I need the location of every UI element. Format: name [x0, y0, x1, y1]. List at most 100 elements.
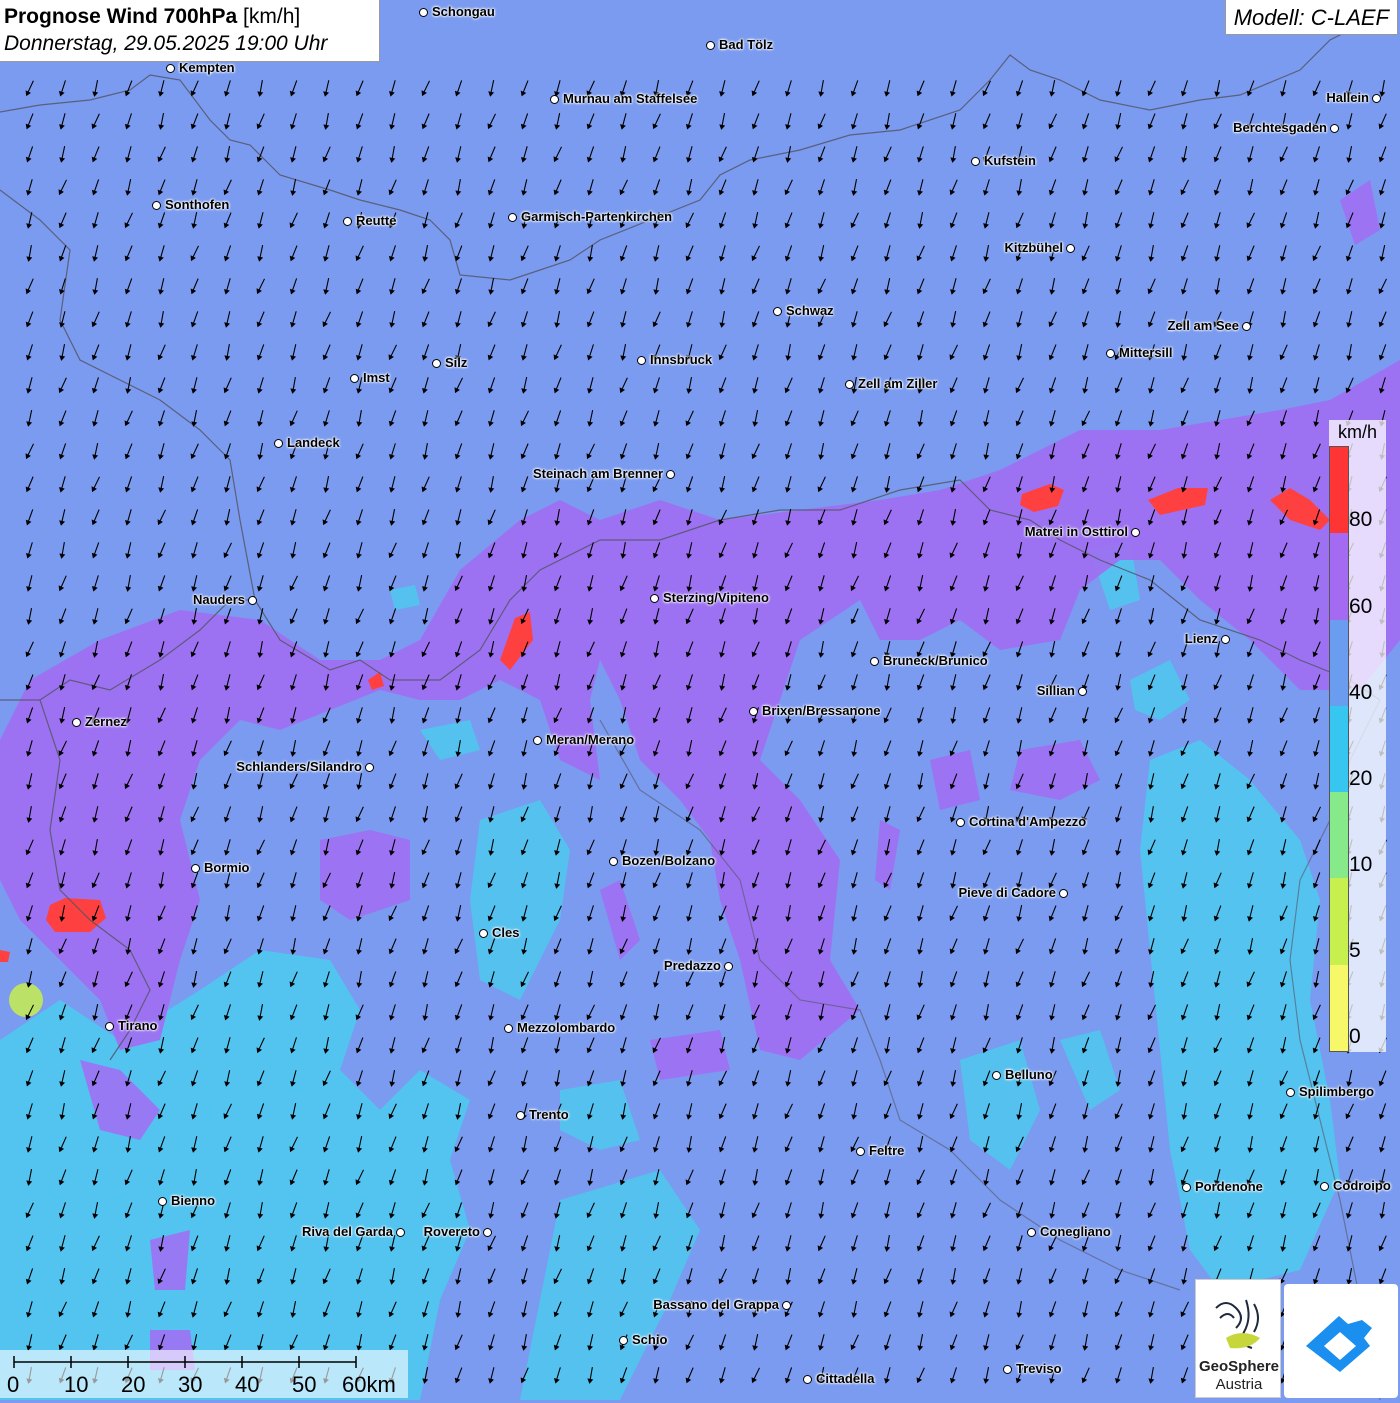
cloud-arrow-icon	[1306, 1316, 1372, 1372]
city-label: Zell am See	[1167, 318, 1239, 333]
city-label: Zell am Ziller	[858, 376, 938, 391]
city-label: Schongau	[432, 4, 495, 19]
city-label: Pordenone	[1195, 1179, 1263, 1194]
city-marker	[1027, 1228, 1036, 1237]
city-label: Sillian	[1036, 683, 1075, 698]
city-label: Landeck	[287, 435, 340, 450]
city-marker	[1059, 889, 1068, 898]
city-marker	[504, 1024, 513, 1033]
city-label: Innsbruck	[650, 352, 713, 367]
city-marker	[158, 1197, 167, 1206]
city-marker	[650, 594, 659, 603]
city-marker	[666, 470, 675, 479]
city-marker	[483, 1228, 492, 1237]
city-marker	[1131, 528, 1140, 537]
legend-color-segment	[1330, 792, 1348, 879]
city-marker	[479, 929, 488, 938]
legend-tick-label: 10	[1349, 853, 1373, 876]
color-legend: km/h 80 60 40 20 10 5 0	[1329, 420, 1386, 1052]
city-label: Matrei in Osttirol	[1024, 524, 1128, 539]
legend-unit: km/h	[1337, 422, 1377, 442]
city-marker	[1221, 635, 1230, 644]
city-label: Kempten	[179, 60, 235, 75]
city-label: Reutte	[356, 213, 397, 228]
city-marker	[773, 307, 782, 316]
city-label: Predazzo	[663, 958, 721, 973]
city-marker	[1182, 1183, 1191, 1192]
city-marker	[508, 213, 517, 222]
city-marker	[1330, 124, 1339, 133]
legend-color-segment	[1330, 619, 1348, 707]
city-marker	[248, 596, 257, 605]
city-label: Schlanders/Silandro	[236, 759, 362, 774]
city-label: Codroipo	[1333, 1178, 1391, 1193]
city-marker	[1286, 1088, 1295, 1097]
logo-text-austria: Austria	[1215, 1376, 1263, 1393]
city-label: Sterzing/Vipiteno	[663, 590, 769, 605]
scale-label: 60km	[342, 1372, 396, 1397]
title-box: Prognose Wind 700hPa [km/h] Donnerstag, …	[0, 0, 380, 62]
city-marker	[191, 864, 200, 873]
city-label: Bormio	[204, 860, 250, 875]
city-marker	[1320, 1182, 1329, 1191]
city-label: Feltre	[869, 1143, 905, 1158]
city-marker	[706, 41, 715, 50]
city-marker	[343, 217, 352, 226]
green-spot-tirano	[9, 983, 43, 1017]
city-marker	[550, 95, 559, 104]
city-label: Nauders	[192, 592, 245, 607]
legend-color-segment	[1330, 533, 1348, 621]
model-label: Modell: C-LAEF	[1224, 0, 1398, 35]
city-marker	[533, 736, 542, 745]
geosphere-logo: GeoSphere Austria	[1195, 1279, 1281, 1398]
legend-color-segment	[1330, 964, 1348, 1052]
city-marker	[365, 763, 374, 772]
city-label: Cittadella	[816, 1371, 875, 1386]
city-marker	[516, 1111, 525, 1120]
city-marker	[971, 157, 980, 166]
title-unit: [km/h]	[243, 5, 301, 28]
scale-label: 50	[292, 1372, 317, 1397]
city-label: Garmisch-Partenkirchen	[521, 209, 673, 224]
scale-label: 0	[7, 1372, 20, 1397]
city-marker	[724, 962, 733, 971]
city-marker	[105, 1022, 114, 1031]
city-marker	[1372, 94, 1381, 103]
legend-tick-label: 0	[1349, 1025, 1361, 1048]
city-label: Brixen/Bressanone	[762, 703, 881, 718]
city-marker	[637, 356, 646, 365]
legend-tick-label: 5	[1349, 939, 1361, 962]
city-marker	[845, 380, 854, 389]
geosphere-logo-mark	[1215, 1299, 1260, 1349]
scale-label: 20	[121, 1372, 146, 1397]
scale-bar: 0 10 20 30 40 50 60km	[0, 1350, 408, 1398]
city-marker	[350, 374, 359, 383]
city-marker	[1106, 349, 1115, 358]
city-label: Meran/Merano	[546, 732, 635, 747]
city-label: Imst	[363, 370, 390, 385]
legend-color-segment	[1330, 447, 1348, 534]
city-label: Belluno	[1005, 1067, 1053, 1082]
city-label: Spilimbergo	[1299, 1084, 1375, 1099]
city-label: Steinach am Brenner	[532, 466, 663, 481]
forecast-time: Donnerstag, 29.05.2025 19:00 Uhr	[4, 32, 328, 55]
city-marker	[803, 1375, 812, 1384]
city-label: Tirano	[118, 1018, 158, 1033]
city-label: Trento	[529, 1107, 569, 1122]
legend-color-segment	[1330, 878, 1348, 966]
city-label: Silz	[445, 355, 468, 370]
city-label: Cles	[492, 925, 520, 940]
city-marker	[419, 8, 428, 17]
legend-tick-label: 60	[1349, 595, 1373, 618]
city-label: Conegliano	[1040, 1224, 1111, 1239]
city-label: Schio	[632, 1332, 668, 1347]
city-label: Berchtesgaden	[1233, 120, 1327, 135]
map-title: Prognose Wind 700hPa [km/h]	[4, 5, 301, 28]
city-label: Sonthofen	[165, 197, 230, 212]
city-label: Kufstein	[984, 153, 1036, 168]
city-marker	[609, 857, 618, 866]
city-marker	[782, 1301, 791, 1310]
city-marker	[1242, 322, 1251, 331]
city-label: Pieve di Cadore	[958, 885, 1056, 900]
city-marker	[274, 439, 283, 448]
